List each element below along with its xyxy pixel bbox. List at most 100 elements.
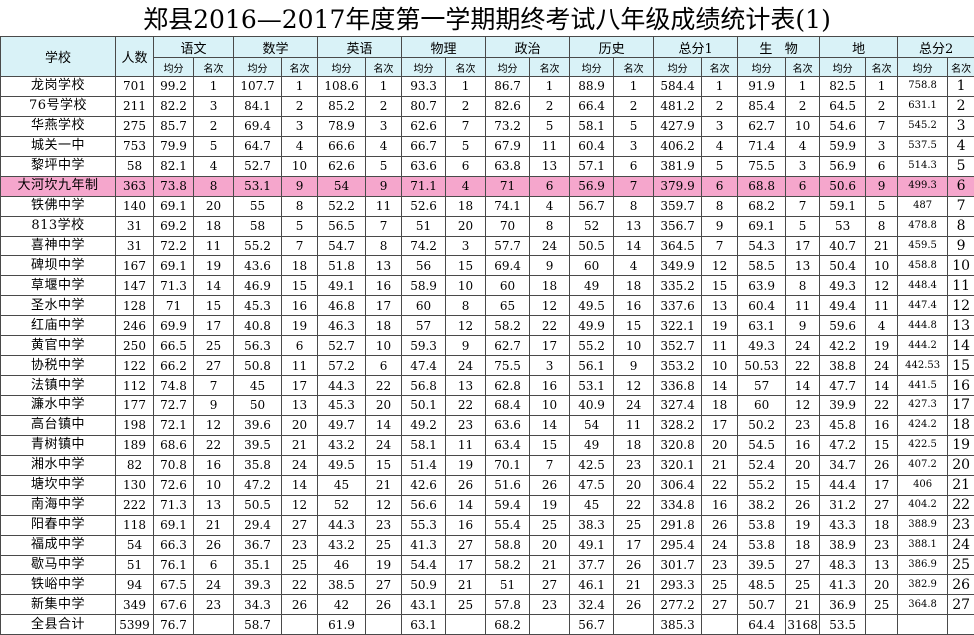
rank-cell[interactable]: 18	[614, 276, 654, 296]
school-name-cell[interactable]: 铁峪中学	[1, 575, 116, 595]
avg-cell[interactable]: 407.2	[898, 455, 948, 475]
avg-cell[interactable]: 51	[486, 575, 530, 595]
avg-cell[interactable]: 74.1	[486, 196, 530, 216]
school-name-cell[interactable]: 黄官中学	[1, 336, 116, 356]
avg-cell[interactable]: 50.2	[738, 415, 786, 435]
rank-cell[interactable]: 22	[614, 495, 654, 515]
table-row[interactable]: 湘水中学8270.81635.82449.51551.41970.1742.52…	[1, 455, 974, 475]
rank-cell[interactable]: 16	[530, 376, 570, 396]
avg-cell[interactable]: 50.53	[738, 356, 786, 376]
avg-cell[interactable]: 459.5	[898, 236, 948, 256]
avg-cell[interactable]: 57	[738, 376, 786, 396]
avg-cell[interactable]: 67.6	[154, 595, 194, 615]
avg-cell[interactable]: 38.2	[738, 495, 786, 515]
rank-cell[interactable]	[530, 615, 570, 635]
rank-cell[interactable]: 25	[530, 515, 570, 535]
avg-cell[interactable]: 49.5	[318, 455, 366, 475]
table-row[interactable]: 76号学校21182.2384.1285.2280.7282.6266.4248…	[1, 96, 974, 116]
avg-cell[interactable]: 59.6	[820, 316, 866, 336]
avg-cell[interactable]: 277.2	[654, 595, 702, 615]
avg-cell[interactable]: 69.2	[154, 216, 194, 236]
rank-cell[interactable]	[446, 615, 486, 635]
avg-cell[interactable]: 379.9	[654, 176, 702, 196]
avg-cell[interactable]: 62.8	[486, 376, 530, 396]
rank-cell[interactable]: 16	[194, 455, 234, 475]
rank-cell[interactable]: 5	[614, 116, 654, 136]
rank-cell[interactable]: 6	[948, 176, 974, 196]
rank-cell[interactable]: 11	[866, 296, 898, 316]
avg-cell[interactable]: 422.5	[898, 435, 948, 455]
avg-cell[interactable]: 79.9	[154, 136, 194, 156]
avg-cell[interactable]: 57.2	[318, 356, 366, 376]
rank-cell[interactable]: 21	[446, 575, 486, 595]
avg-cell[interactable]: 57.7	[486, 236, 530, 256]
avg-cell[interactable]: 50.5	[570, 236, 614, 256]
avg-cell[interactable]: 31.2	[820, 495, 866, 515]
avg-cell[interactable]: 43.3	[820, 515, 866, 535]
avg-cell[interactable]: 50.4	[820, 256, 866, 276]
rank-cell[interactable]: 4	[948, 136, 974, 156]
rank-cell[interactable]: 12	[194, 415, 234, 435]
rank-cell[interactable]: 21	[282, 435, 318, 455]
avg-cell[interactable]: 41.3	[820, 575, 866, 595]
avg-cell[interactable]: 70.1	[486, 455, 530, 475]
avg-cell[interactable]: 55.2	[234, 236, 282, 256]
avg-cell[interactable]: 56.9	[820, 156, 866, 176]
avg-cell[interactable]: 82.1	[154, 156, 194, 176]
avg-cell[interactable]: 82.5	[820, 77, 866, 97]
avg-cell[interactable]: 34.3	[234, 595, 282, 615]
rank-cell[interactable]: 11	[530, 136, 570, 156]
rank-cell[interactable]: 5	[194, 136, 234, 156]
rank-cell[interactable]: 15	[702, 276, 738, 296]
rank-cell[interactable]: 25	[786, 575, 820, 595]
rank-cell[interactable]: 6	[366, 356, 402, 376]
rank-cell[interactable]: 16	[948, 376, 974, 396]
rank-cell[interactable]: 22	[194, 435, 234, 455]
rank-cell[interactable]: 10	[194, 475, 234, 495]
avg-cell[interactable]: 301.7	[654, 555, 702, 575]
avg-cell[interactable]: 69.4	[486, 256, 530, 276]
rank-cell[interactable]: 27	[530, 575, 570, 595]
rank-cell[interactable]: 10	[530, 396, 570, 416]
rank-cell[interactable]: 22	[366, 376, 402, 396]
avg-cell[interactable]: 69.1	[154, 196, 194, 216]
rank-cell[interactable]: 22	[786, 356, 820, 376]
avg-cell[interactable]: 349.9	[654, 256, 702, 276]
rank-cell[interactable]: 27	[366, 575, 402, 595]
avg-cell[interactable]: 72.7	[154, 396, 194, 416]
rank-cell[interactable]: 23	[702, 555, 738, 575]
avg-cell[interactable]: 71	[154, 296, 194, 316]
rank-cell[interactable]: 7	[866, 116, 898, 136]
avg-cell[interactable]: 631.1	[898, 96, 948, 116]
avg-cell[interactable]: 44.4	[820, 475, 866, 495]
rank-cell[interactable]	[614, 615, 654, 635]
avg-cell[interactable]: 108.6	[318, 77, 366, 97]
rank-cell[interactable]: 18	[866, 515, 898, 535]
rank-cell[interactable]: 10	[786, 116, 820, 136]
avg-cell[interactable]	[898, 615, 948, 635]
rank-cell[interactable]: 27	[866, 495, 898, 515]
avg-cell[interactable]: 52.2	[318, 196, 366, 216]
rank-cell[interactable]: 8	[194, 176, 234, 196]
rank-cell[interactable]: 15	[530, 435, 570, 455]
rank-cell[interactable]: 7	[530, 455, 570, 475]
rank-cell[interactable]: 14	[866, 376, 898, 396]
rank-cell[interactable]: 3	[366, 116, 402, 136]
rank-cell[interactable]: 27	[948, 595, 974, 615]
avg-cell[interactable]: 444.8	[898, 316, 948, 336]
school-name-cell[interactable]: 铁佛中学	[1, 196, 116, 216]
avg-cell[interactable]: 58.8	[486, 535, 530, 555]
rank-cell[interactable]: 17	[530, 336, 570, 356]
rank-cell[interactable]: 13	[194, 495, 234, 515]
avg-cell[interactable]: 51	[402, 216, 446, 236]
rank-cell[interactable]: 25	[282, 555, 318, 575]
rank-cell[interactable]: 11	[948, 276, 974, 296]
rank-cell[interactable]: 24	[446, 356, 486, 376]
rank-cell[interactable]: 13	[530, 156, 570, 176]
rank-cell[interactable]: 23	[948, 515, 974, 535]
avg-cell[interactable]: 448.4	[898, 276, 948, 296]
rank-cell[interactable]: 20	[282, 415, 318, 435]
rank-cell[interactable]: 10	[282, 156, 318, 176]
avg-cell[interactable]: 76.1	[154, 555, 194, 575]
avg-cell[interactable]: 49.1	[318, 276, 366, 296]
